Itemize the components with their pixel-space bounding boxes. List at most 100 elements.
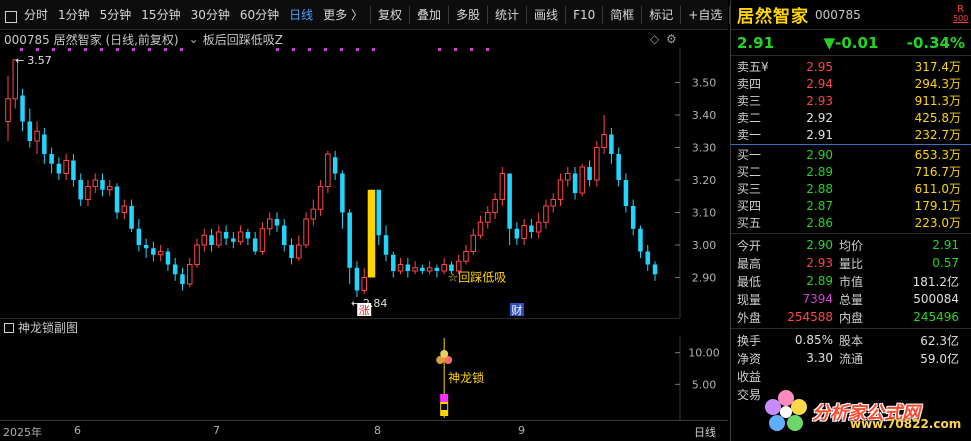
toolbar-separator bbox=[409, 5, 410, 24]
buy-volume: 653.3万 bbox=[914, 148, 961, 162]
period-tab-0[interactable]: 分时 bbox=[19, 4, 53, 26]
period-tab-7[interactable]: 更多 〉 bbox=[318, 4, 368, 26]
stat-value: 181.2亿 bbox=[912, 274, 959, 289]
sub-chart-title[interactable]: 神龙锁副图 bbox=[18, 319, 78, 336]
candle-body bbox=[543, 205, 549, 223]
candle-body bbox=[354, 267, 360, 291]
sub-signal-block-inner bbox=[441, 404, 448, 410]
zhang-badge[interactable]: 涨 bbox=[359, 304, 370, 317]
stock-name: 居然智家 bbox=[737, 7, 809, 27]
candle-body bbox=[361, 277, 367, 291]
candle-body bbox=[514, 228, 520, 239]
candle-body bbox=[420, 267, 425, 271]
x-label-jun: 6 bbox=[74, 424, 81, 437]
x-axis-period[interactable]: 日线 bbox=[694, 424, 716, 440]
candle-body bbox=[441, 264, 447, 272]
buy-volume: 611.0万 bbox=[914, 182, 961, 196]
buy-price: 2.88 bbox=[806, 181, 833, 196]
buy-price: 2.86 bbox=[806, 215, 833, 230]
candle-body bbox=[201, 234, 208, 246]
sub-y-tick-label: 5.00 bbox=[692, 378, 717, 391]
signal-dot bbox=[116, 48, 119, 51]
candle-body bbox=[521, 225, 527, 239]
candle-body bbox=[405, 264, 411, 271]
candle-body bbox=[245, 232, 251, 239]
candle-body bbox=[616, 154, 621, 180]
buy-row[interactable]: 买二 2.89 716.7万 bbox=[731, 163, 971, 180]
r-badge-num: 500 bbox=[953, 14, 969, 23]
sell-row[interactable]: 卖三 2.93 911.3万 bbox=[731, 92, 971, 109]
candlestick-chart[interactable]: 3.503.403.303.203.103.002.90 3.57←← 2.84☆… bbox=[0, 48, 728, 318]
sell-row[interactable]: 卖四 2.94 294.3万 bbox=[731, 75, 971, 92]
candle-body bbox=[165, 251, 171, 265]
y-tick-label: 3.10 bbox=[692, 207, 717, 220]
sell-order-book: 卖五¥ 2.95 317.4万 卖四 2.94 294.3万 卖三 2.93 911.3万 卖二 2… bbox=[731, 56, 971, 143]
stat-label: 换手 bbox=[737, 333, 762, 348]
action-button-6[interactable]: 简框 bbox=[605, 4, 639, 26]
price-change: ▼-0.01 bbox=[823, 33, 879, 52]
stat-label: 最低 bbox=[737, 274, 762, 289]
stat-label: 净资 bbox=[737, 351, 762, 366]
sub-signal-dot bbox=[440, 350, 449, 358]
signal-dot bbox=[52, 48, 55, 51]
period-tab-4[interactable]: 30分钟 bbox=[186, 4, 235, 26]
settings-gear-icon[interactable]: ⚙ bbox=[666, 32, 677, 46]
sell-row[interactable]: 卖五¥ 2.95 317.4万 bbox=[731, 58, 971, 75]
candle-body bbox=[281, 225, 287, 245]
stat-label: 今开 bbox=[737, 238, 762, 253]
candle-body bbox=[470, 234, 477, 252]
period-tab-5[interactable]: 60分钟 bbox=[235, 4, 284, 26]
action-button-5[interactable]: F10 bbox=[568, 4, 600, 26]
sub-chart[interactable]: 10.00 5.00 神龙锁 bbox=[0, 336, 728, 420]
collapse-icon[interactable] bbox=[4, 322, 14, 333]
action-button-4[interactable]: 画线 bbox=[529, 4, 563, 26]
sell-label: 卖四 bbox=[737, 77, 762, 91]
action-button-3[interactable]: 统计 bbox=[490, 4, 524, 26]
candle-body bbox=[609, 134, 614, 154]
candle-body bbox=[594, 147, 600, 181]
candle-body bbox=[85, 186, 91, 200]
action-button-2[interactable]: 多股 bbox=[451, 4, 485, 26]
buy-price: 2.90 bbox=[806, 147, 833, 162]
candle-body bbox=[492, 199, 498, 213]
action-button-8[interactable]: +自选 bbox=[683, 4, 727, 26]
sell-price: 2.91 bbox=[806, 127, 833, 142]
candle-body bbox=[5, 98, 11, 122]
action-button-7[interactable]: 标记 bbox=[644, 4, 678, 26]
candle-body bbox=[157, 251, 164, 256]
buy-order-book: 买一 2.90 653.3万 买二 2.89 716.7万 买三 2.88 611.0万 买四 2.… bbox=[731, 146, 971, 231]
candle-body bbox=[434, 267, 440, 271]
signal-dot bbox=[292, 48, 295, 51]
signal-dot bbox=[180, 48, 183, 51]
stat-row: 现量 7394 总量 500084 bbox=[731, 290, 971, 308]
candle-body bbox=[332, 157, 338, 174]
period-tab-2[interactable]: 5分钟 bbox=[95, 4, 137, 26]
sell-row[interactable]: 卖一 2.91 232.7万 bbox=[731, 126, 971, 143]
diamond-icon[interactable]: ◇ bbox=[650, 32, 659, 46]
stat-value: 62.3亿 bbox=[920, 333, 959, 348]
period-tab-3[interactable]: 15分钟 bbox=[136, 4, 185, 26]
signal-dot bbox=[132, 48, 135, 51]
buy-row[interactable]: 买三 2.88 611.0万 bbox=[731, 180, 971, 197]
chevron-down-icon[interactable]: ⌄ bbox=[189, 32, 199, 46]
candle-body bbox=[529, 225, 534, 232]
action-button-0[interactable]: 复权 bbox=[373, 4, 407, 26]
period-tab-6[interactable]: 日线 bbox=[284, 4, 318, 26]
buy-row[interactable]: 买五 2.86 223.0万 bbox=[731, 214, 971, 231]
buy-row[interactable]: 买一 2.90 653.3万 bbox=[731, 146, 971, 163]
x-label-year: 2025年 bbox=[3, 426, 42, 439]
layout-icon[interactable] bbox=[5, 10, 17, 23]
y-tick-label: 3.20 bbox=[692, 174, 717, 187]
signal-dot bbox=[470, 48, 473, 51]
action-button-1[interactable]: 叠加 bbox=[412, 4, 446, 26]
candle-body bbox=[550, 199, 556, 207]
period-tab-1[interactable]: 1分钟 bbox=[53, 4, 95, 26]
candle-body bbox=[572, 173, 578, 193]
signal-dot bbox=[276, 48, 279, 51]
cai-badge[interactable]: 财 bbox=[511, 303, 522, 317]
sell-price: 2.94 bbox=[806, 76, 833, 91]
candle-body bbox=[426, 267, 433, 272]
buy-row[interactable]: 买四 2.87 179.1万 bbox=[731, 197, 971, 214]
indicator-name[interactable]: 板后回踩低吸Z bbox=[203, 31, 283, 48]
sell-row[interactable]: 卖二 2.92 425.8万 bbox=[731, 109, 971, 126]
